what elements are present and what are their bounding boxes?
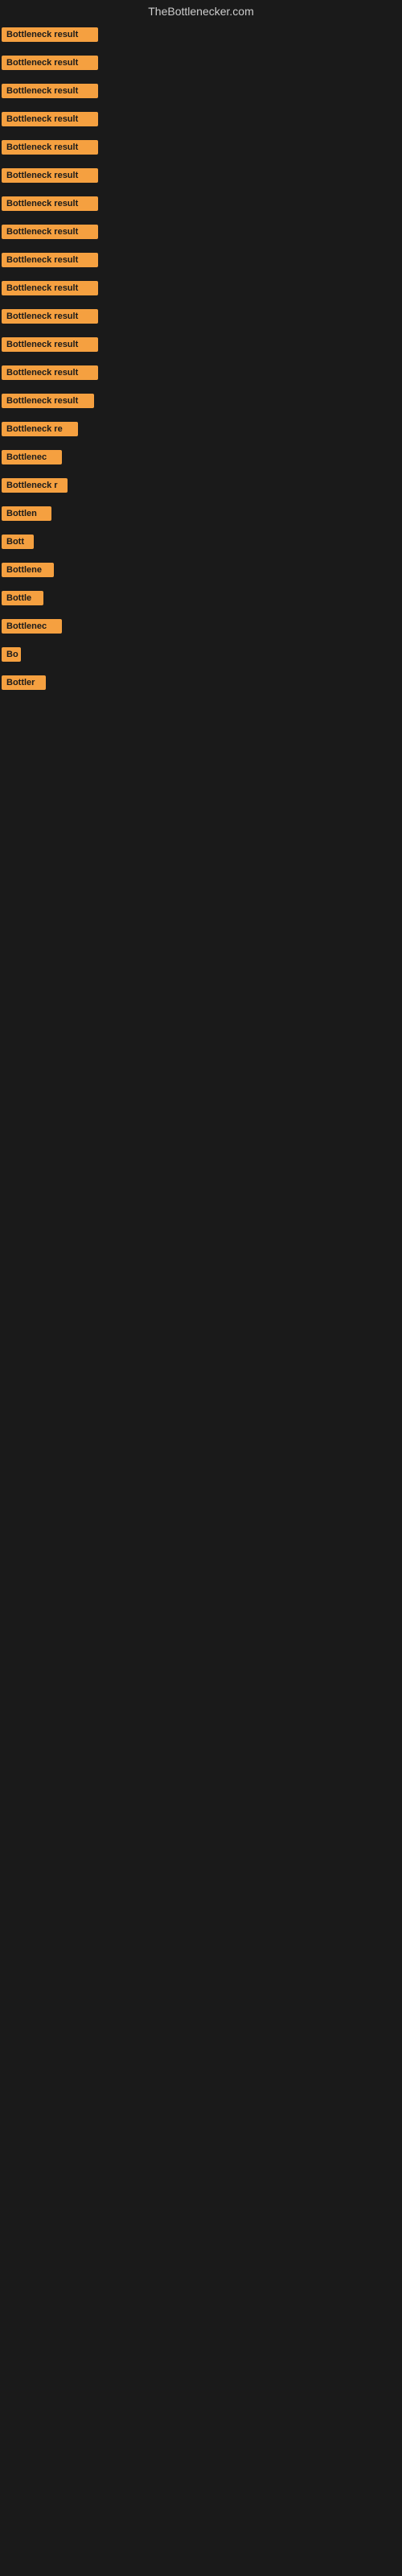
list-item: Bottlene	[2, 561, 400, 583]
bottleneck-label: Bottleneck result	[2, 168, 98, 183]
list-item: Bottleneck result	[2, 167, 400, 188]
bottleneck-label: Bottleneck result	[2, 27, 98, 42]
list-item: Bottleneck result	[2, 364, 400, 386]
list-item: Bottlenec	[2, 448, 400, 470]
bottleneck-label: Bottleneck result	[2, 281, 98, 295]
bottleneck-label: Bottleneck result	[2, 84, 98, 98]
list-item: Bottleneck result	[2, 223, 400, 245]
bottleneck-label: Bottleneck result	[2, 196, 98, 211]
bottleneck-label: Bottler	[2, 675, 46, 690]
bottleneck-label: Bott	[2, 535, 34, 549]
bottleneck-label: Bo	[2, 647, 21, 662]
bottleneck-label: Bottlene	[2, 563, 54, 577]
list-item: Bottler	[2, 674, 400, 696]
list-item: Bottleneck re	[2, 420, 400, 442]
items-container: Bottleneck result Bottleneck result Bottle…	[0, 23, 402, 705]
bottleneck-label: Bottleneck r	[2, 478, 68, 493]
bottleneck-label: Bottleneck result	[2, 56, 98, 70]
list-item: Bott	[2, 533, 400, 555]
bottleneck-label: Bottleneck result	[2, 140, 98, 155]
list-item: Bottleneck result	[2, 279, 400, 301]
bottleneck-label: Bottleneck result	[2, 309, 98, 324]
list-item: Bottleneck result	[2, 82, 400, 104]
bottleneck-label: Bottleneck result	[2, 337, 98, 352]
bottleneck-label: Bottleneck result	[2, 394, 94, 408]
list-item: Bottleneck result	[2, 195, 400, 217]
bottleneck-label: Bottleneck result	[2, 112, 98, 126]
list-item: Bottleneck result	[2, 138, 400, 160]
list-item: Bottleneck result	[2, 110, 400, 132]
bottleneck-label: Bottle	[2, 591, 43, 605]
list-item: Bottlenec	[2, 617, 400, 639]
list-item: Bottleneck result	[2, 54, 400, 76]
list-item: Bottleneck result	[2, 336, 400, 357]
list-item: Bo	[2, 646, 400, 667]
bottleneck-label: Bottleneck result	[2, 253, 98, 267]
list-item: Bottleneck result	[2, 26, 400, 47]
list-item: Bottlen	[2, 505, 400, 526]
site-title: TheBottlenecker.com	[0, 0, 402, 23]
list-item: Bottleneck result	[2, 251, 400, 273]
bottleneck-label: Bottleneck re	[2, 422, 78, 436]
bottleneck-label: Bottleneck result	[2, 225, 98, 239]
bottleneck-label: Bottlen	[2, 506, 51, 521]
list-item: Bottleneck r	[2, 477, 400, 498]
bottleneck-label: Bottleneck result	[2, 365, 98, 380]
list-item: Bottle	[2, 589, 400, 611]
bottleneck-label: Bottlenec	[2, 450, 62, 464]
bottleneck-label: Bottlenec	[2, 619, 62, 634]
list-item: Bottleneck result	[2, 308, 400, 329]
list-item: Bottleneck result	[2, 392, 400, 414]
